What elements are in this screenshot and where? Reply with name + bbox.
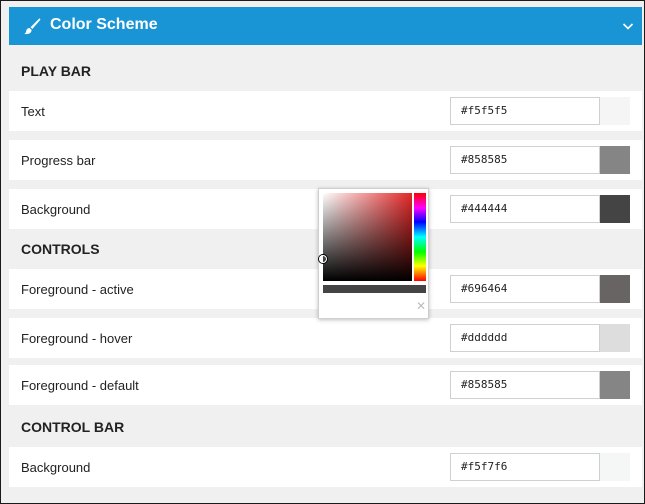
panel-title: Color Scheme	[50, 16, 158, 33]
color-picker-popup: ✕	[318, 188, 429, 319]
color-scheme-panel: Color Scheme PLAY BAR Text #f5f5f5 Progr…	[0, 0, 645, 504]
section-title-play-bar: PLAY BAR	[21, 63, 92, 79]
color-scheme-header[interactable]: Color Scheme	[9, 7, 642, 45]
setting-label: Foreground - active	[21, 282, 134, 297]
hue-slider[interactable]	[414, 193, 426, 281]
hex-input[interactable]: #f5f5f5	[450, 97, 600, 125]
color-preview	[323, 285, 426, 293]
brush-icon	[24, 18, 41, 35]
setting-label: Foreground - default	[21, 378, 139, 393]
setting-label: Foreground - hover	[21, 331, 133, 346]
section-title-control-bar: CONTROL BAR	[21, 419, 125, 435]
hex-input[interactable]: #858585	[450, 371, 600, 399]
color-swatch[interactable]	[600, 453, 630, 481]
saturation-area[interactable]	[323, 193, 412, 281]
setting-row-controls-default: Foreground - default #858585	[9, 365, 642, 405]
color-swatch[interactable]	[600, 324, 630, 352]
setting-row-control-bar-background: Background #f5f7f6	[9, 447, 642, 487]
color-swatch[interactable]	[600, 371, 630, 399]
hex-input[interactable]: #dddddd	[450, 324, 600, 352]
setting-label: Background	[21, 460, 91, 475]
setting-label: Text	[21, 104, 45, 119]
picker-cursor[interactable]	[319, 255, 327, 263]
color-swatch[interactable]	[600, 97, 630, 125]
color-swatch[interactable]	[600, 195, 630, 223]
setting-row-play-bar-text: Text #f5f5f5	[9, 91, 642, 131]
color-swatch[interactable]	[600, 275, 630, 303]
hex-input[interactable]: #f5f7f6	[450, 453, 600, 481]
setting-row-controls-hover: Foreground - hover #dddddd	[9, 318, 642, 358]
color-swatch[interactable]	[600, 146, 630, 174]
hex-input[interactable]: #858585	[450, 146, 600, 174]
close-icon[interactable]: ✕	[416, 299, 426, 313]
setting-row-play-bar-progress: Progress bar #858585	[9, 140, 642, 180]
setting-label: Progress bar	[21, 153, 96, 168]
hex-input[interactable]: #696464	[450, 275, 600, 303]
hex-input[interactable]: #444444	[450, 195, 600, 223]
chevron-down-icon[interactable]	[622, 21, 634, 31]
setting-label: Background	[21, 202, 91, 217]
section-title-controls: CONTROLS	[21, 241, 100, 257]
